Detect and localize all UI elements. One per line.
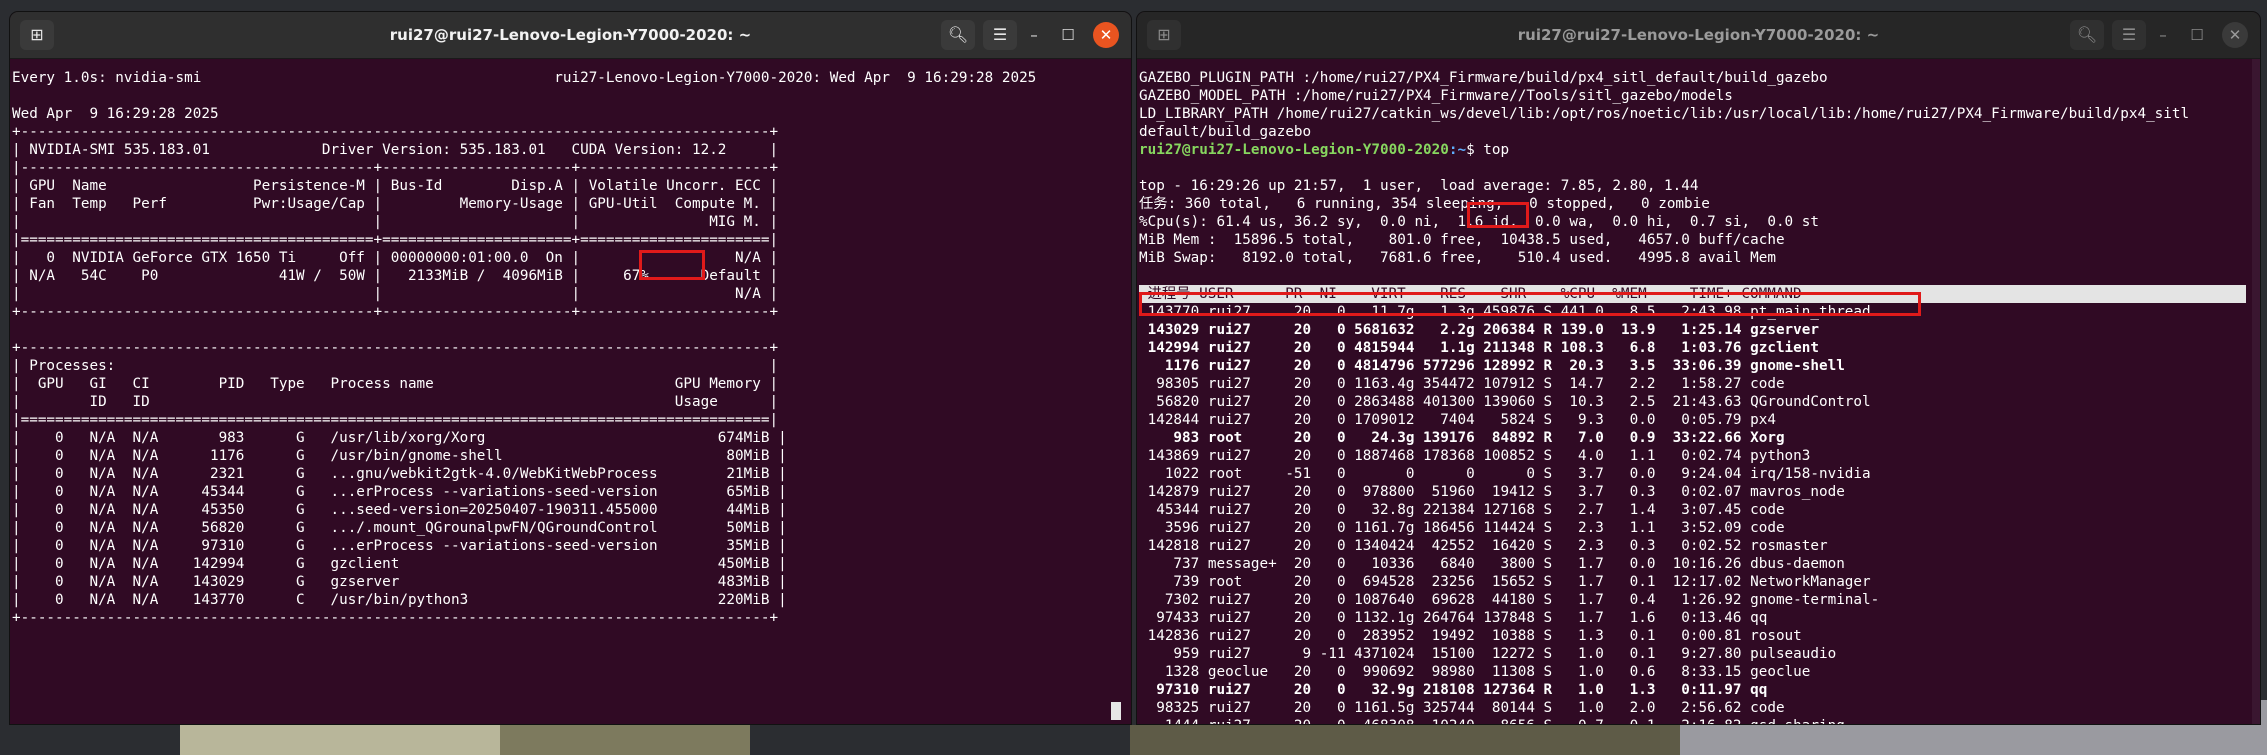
terminal-line: | GPU GI CI PID Type Process name GPU Me… [12, 376, 779, 392]
minimize-icon[interactable]: – [1021, 22, 1047, 48]
terminal-line: | 0 N/A N/A 56820 G .../.mount_QGrounalp… [12, 520, 787, 536]
window-titlebar[interactable]: ⊞ rui27@rui27-Lenovo-Legion-Y7000-2020: … [1137, 12, 2260, 59]
process-row: 142994 rui27 20 0 4815944 1.1g 211348 R … [1139, 340, 1819, 356]
top-summary-line: 任务: 360 total, 6 running, 354 sleeping, … [1139, 196, 1710, 212]
shell-prompt: rui27@rui27-Lenovo-Legion-Y7000-2020:~$ … [1139, 141, 2260, 159]
process-row: 97433 rui27 20 0 1132.1g 264764 137848 S… [1139, 610, 1768, 626]
terminal-line: | 0 NVIDIA GeForce GTX 1650 Ti Off | 000… [12, 250, 779, 266]
terminal-line: +---------------------------------------… [12, 124, 779, 140]
terminal-line: GAZEBO_PLUGIN_PATH :/home/rui27/PX4_Firm… [1139, 70, 1828, 86]
process-row: 98325 rui27 20 0 1161.5g 325744 80144 S … [1139, 700, 1785, 716]
scrollbar[interactable] [2252, 59, 2260, 724]
terminal-line: +---------------------------------------… [12, 340, 779, 356]
process-row: 1328 geoclue 20 0 990692 98980 11308 S 1… [1139, 664, 1811, 680]
top-summary-line: %Cpu(s): 61.4 us, 36.2 sy, 0.0 ni, 1.6 i… [1139, 214, 1819, 230]
prompt-user: rui27@rui27-Lenovo-Legion-Y7000-2020 [1139, 142, 1449, 158]
process-row: 142836 rui27 20 0 283952 19492 10388 S 1… [1139, 628, 1802, 644]
hamburger-menu-icon[interactable]: ☰ [983, 20, 1017, 50]
terminal-line: | 0 N/A N/A 2321 G ...gnu/webkit2gtk-4.0… [12, 466, 787, 482]
terminal-line: |---------------------------------------… [12, 160, 779, 176]
terminal-line: | 0 N/A N/A 983 G /usr/lib/xorg/Xorg 674… [12, 430, 787, 446]
process-row: 142844 rui27 20 0 1709012 7404 5824 S 9.… [1139, 412, 1776, 428]
desktop-background [1130, 725, 1680, 755]
prompt-path: :~ [1448, 142, 1467, 158]
maximize-icon[interactable]: ☐ [2184, 22, 2210, 48]
highlight-cpu-idle [1467, 202, 1529, 228]
terminal-window-top[interactable]: ⊞ rui27@rui27-Lenovo-Legion-Y7000-2020: … [1137, 12, 2260, 724]
search-icon[interactable]: 🔍︎ [2070, 20, 2104, 50]
terminal-line: | N/A 54C P0 41W / 50W | 2133MiB / 4096M… [12, 268, 779, 284]
process-row: 1176 rui27 20 0 4814796 577296 128992 R … [1139, 358, 1845, 374]
process-row: 56820 rui27 20 0 2863488 401300 139060 S… [1139, 394, 1871, 410]
terminal-line: LD_LIBRARY_PATH /home/rui27/catkin_ws/de… [1139, 106, 2190, 122]
process-row: 45344 rui27 20 0 32.8g 221384 127168 S 2… [1139, 502, 1785, 518]
terminal-line: | ID ID Usage | [12, 394, 779, 410]
process-row: 1444 rui27 20 0 468308 10240 8656 S 0.7 … [1139, 717, 2260, 724]
highlight-gpu-util [639, 250, 705, 280]
process-row: 983 root 20 0 24.3g 139176 84892 R 7.0 0… [1139, 430, 1785, 446]
window-titlebar[interactable]: ⊞ rui27@rui27-Lenovo-Legion-Y7000-2020: … [10, 12, 1131, 59]
terminal-line: | 0 N/A N/A 97310 G ...erProcess --varia… [12, 538, 787, 554]
top-summary-line: MiB Mem : 15896.5 total, 801.0 free, 104… [1139, 232, 1785, 248]
process-row: 143029 rui27 20 0 5681632 2.2g 206384 R … [1139, 322, 1819, 338]
process-row: 737 message+ 20 0 10336 6840 3800 S 1.7 … [1139, 556, 1845, 572]
terminal-output[interactable]: GAZEBO_PLUGIN_PATH :/home/rui27/PX4_Firm… [1139, 59, 2260, 724]
terminal-line: | 0 N/A N/A 45350 G ...seed-version=2025… [12, 502, 787, 518]
terminal-line: | 0 N/A N/A 142994 G gzclient 450MiB | [12, 556, 787, 572]
top-summary-line: top - 16:29:26 up 21:57, 1 user, load av… [1139, 178, 1699, 194]
terminal-window-nvidia-smi[interactable]: ⊞ rui27@rui27-Lenovo-Legion-Y7000-2020: … [10, 12, 1131, 724]
process-row: 143869 rui27 20 0 1887468 178368 100852 … [1139, 448, 1811, 464]
terminal-line: Every 1.0s: nvidia-smi rui27-Lenovo-Legi… [12, 70, 1037, 86]
minimize-icon[interactable]: – [2150, 22, 2176, 48]
terminal-line: Wed Apr 9 16:29:28 2025 [12, 106, 219, 122]
process-row: 97310 rui27 20 0 32.9g 218108 127364 R 1… [1139, 682, 1768, 698]
terminal-output[interactable]: Every 1.0s: nvidia-smi rui27-Lenovo-Legi… [12, 59, 1131, 724]
terminal-line: |=======================================… [12, 232, 779, 248]
terminal-line: | 0 N/A N/A 1176 G /usr/bin/gnome-shell … [12, 448, 787, 464]
terminal-line: +---------------------------------------… [12, 610, 779, 626]
terminal-line: default/build_gazebo [1139, 124, 1312, 140]
terminal-line: | Fan Temp Perf Pwr:Usage/Cap | Memory-U… [12, 196, 779, 212]
top-summary-line: MiB Swap: 8192.0 total, 7681.6 free, 510… [1139, 250, 1776, 266]
terminal-line: | Processes: | [12, 358, 779, 374]
terminal-line: | 0 N/A N/A 143029 G gzserver 483MiB | [12, 574, 787, 590]
terminal-line: | NVIDIA-SMI 535.183.01 Driver Version: … [12, 142, 779, 158]
terminal-line: +---------------------------------------… [12, 304, 779, 320]
search-icon[interactable]: 🔍︎ [941, 20, 975, 50]
terminal-line: | GPU Name Persistence-M | Bus-Id Disp.A… [12, 178, 779, 194]
process-row: 142818 rui27 20 0 1340424 42552 16420 S … [1139, 538, 1828, 554]
prompt-command: $ top [1466, 142, 1510, 158]
hamburger-menu-icon[interactable]: ☰ [2112, 20, 2146, 50]
process-row: 7302 rui27 20 0 1087640 69628 44180 S 1.… [1139, 592, 1880, 608]
process-row: 3596 rui27 20 0 1161.7g 186456 114424 S … [1139, 520, 1785, 536]
maximize-icon[interactable]: ☐ [1055, 22, 1081, 48]
process-row: 142879 rui27 20 0 978800 51960 19412 S 3… [1139, 484, 1845, 500]
close-icon[interactable]: ✕ [1093, 22, 1119, 48]
terminal-line: |=======================================… [12, 412, 779, 428]
terminal-line: | | | MIG M. | [12, 214, 779, 230]
terminal-line: | | | N/A | [12, 286, 779, 302]
desktop-background [500, 720, 750, 755]
process-row: 959 rui27 9 -11 4371024 15100 12272 S 1.… [1139, 646, 1837, 662]
process-row: 98305 rui27 20 0 1163.4g 354472 107912 S… [1139, 376, 1785, 392]
process-row: 1022 root -51 0 0 0 0 S 3.7 0.0 9:24.04 … [1139, 466, 1871, 482]
close-icon[interactable]: ✕ [2222, 22, 2248, 48]
highlight-top-process [1139, 292, 1921, 316]
terminal-line: GAZEBO_MODEL_PATH :/home/rui27/PX4_Firmw… [1139, 88, 1733, 104]
terminal-cursor [1111, 702, 1121, 720]
terminal-line: | 0 N/A N/A 45344 G ...erProcess --varia… [12, 484, 787, 500]
terminal-line: | 0 N/A N/A 143770 C /usr/bin/python3 22… [12, 592, 787, 608]
process-row: 739 root 20 0 694528 23256 15652 S 1.7 0… [1139, 574, 1871, 590]
